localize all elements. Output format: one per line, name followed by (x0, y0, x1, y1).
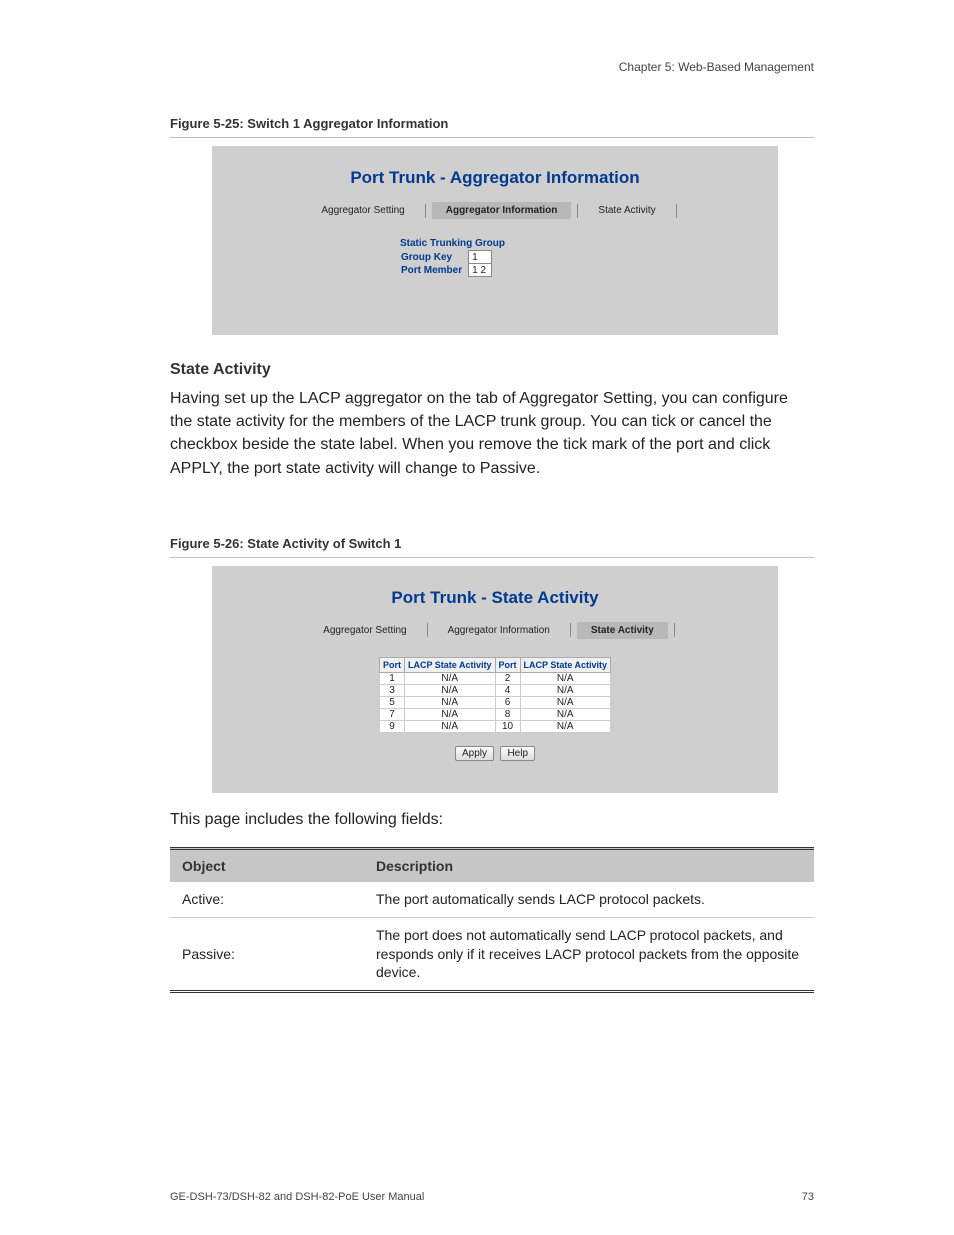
page-footer: GE-DSH-73/DSH-82 and DSH-82-PoE User Man… (170, 1191, 814, 1203)
button-row: Apply Help (228, 743, 762, 761)
tab-state-activity-2[interactable]: State Activity (577, 622, 668, 639)
tab-aggregator-setting[interactable]: Aggregator Setting (307, 202, 418, 219)
state-table-row: 9N/A10N/A (379, 720, 610, 732)
state-table-cell: N/A (520, 696, 611, 708)
tab-separator-icon (577, 204, 578, 218)
description-cell: The port automatically sends LACP protoc… (364, 882, 814, 917)
state-table-row: 3N/A4N/A (379, 684, 610, 696)
footer-left: GE-DSH-73/DSH-82 and DSH-82-PoE User Man… (170, 1191, 424, 1203)
state-th-activity-b: LACP State Activity (520, 657, 611, 672)
state-table-cell: N/A (404, 684, 495, 696)
figure-26-box: Port Trunk - State Activity Aggregator S… (212, 566, 778, 793)
tab-state-activity[interactable]: State Activity (584, 202, 669, 219)
tab-aggregator-information[interactable]: Aggregator Information (432, 202, 572, 219)
state-table-cell: N/A (404, 672, 495, 684)
state-table-cell: N/A (520, 672, 611, 684)
tab-aggregator-setting-2[interactable]: Aggregator Setting (309, 622, 420, 639)
state-th-activity-a: LACP State Activity (404, 657, 495, 672)
figure-25-tabs: Aggregator Setting Aggregator Informatio… (228, 202, 762, 219)
state-table-cell: 1 (379, 672, 404, 684)
state-table-cell: 2 (495, 672, 520, 684)
obj-th-description: Description (364, 848, 814, 882)
state-table-cell: 5 (379, 696, 404, 708)
state-table-cell: 3 (379, 684, 404, 696)
state-table-row: 7N/A8N/A (379, 708, 610, 720)
state-activity-heading: State Activity (170, 361, 814, 379)
state-table-cell: N/A (520, 720, 611, 732)
help-button[interactable]: Help (500, 746, 535, 761)
state-th-port-b: Port (495, 657, 520, 672)
state-activity-table: Port LACP State Activity Port LACP State… (379, 657, 611, 733)
state-table-cell: N/A (520, 708, 611, 720)
state-table-cell: 8 (495, 708, 520, 720)
group-key-label: Group Key (400, 251, 469, 264)
port-member-label: Port Member (400, 264, 469, 277)
description-cell: The port does not automatically send LAC… (364, 917, 814, 992)
state-table-cell: N/A (404, 708, 495, 720)
chapter-header: Chapter 5: Web-Based Management (619, 60, 814, 74)
trunking-group-info: Static Trunking Group Group Key 1 Port M… (400, 237, 590, 277)
fields-intro: This page includes the following fields: (170, 811, 814, 829)
state-activity-paragraph: Having set up the LACP aggregator on the… (170, 387, 814, 480)
state-table-cell: 6 (495, 696, 520, 708)
figure-26-tabs: Aggregator Setting Aggregator Informatio… (228, 622, 762, 639)
state-table-cell: N/A (404, 696, 495, 708)
state-table-cell: 10 (495, 720, 520, 732)
tab-separator-icon (427, 623, 428, 637)
figure-caption-26: Figure 5-26: State Activity of Switch 1 (170, 536, 814, 558)
object-description-table: Object Description Active:The port autom… (170, 847, 814, 994)
apply-button[interactable]: Apply (455, 746, 494, 761)
state-table-cell: 9 (379, 720, 404, 732)
state-table-cell: N/A (520, 684, 611, 696)
object-cell: Passive: (170, 917, 364, 992)
figure-25-box: Port Trunk - Aggregator Information Aggr… (212, 146, 778, 335)
state-table-row: 5N/A6N/A (379, 696, 610, 708)
object-table-row: Active:The port automatically sends LACP… (170, 882, 814, 917)
state-th-port-a: Port (379, 657, 404, 672)
figure-26-title: Port Trunk - State Activity (228, 588, 762, 608)
tab-separator-icon (425, 204, 426, 218)
figure-25-title: Port Trunk - Aggregator Information (228, 168, 762, 188)
trunking-group-head: Static Trunking Group (400, 237, 590, 250)
port-member-value: 1 2 (469, 264, 492, 277)
tab-separator-icon (674, 623, 675, 637)
state-table-cell: 4 (495, 684, 520, 696)
object-table-row: Passive:The port does not automatically … (170, 917, 814, 992)
state-table-cell: 7 (379, 708, 404, 720)
footer-page-number: 73 (802, 1191, 814, 1203)
group-key-value: 1 (469, 251, 492, 264)
tab-aggregator-information-2[interactable]: Aggregator Information (434, 622, 564, 639)
state-table-cell: N/A (404, 720, 495, 732)
figure-caption-25: Figure 5-25: Switch 1 Aggregator Informa… (170, 116, 814, 138)
state-table-row: 1N/A2N/A (379, 672, 610, 684)
obj-th-object: Object (170, 848, 364, 882)
tab-separator-icon (676, 204, 677, 218)
tab-separator-icon (570, 623, 571, 637)
object-cell: Active: (170, 882, 364, 917)
